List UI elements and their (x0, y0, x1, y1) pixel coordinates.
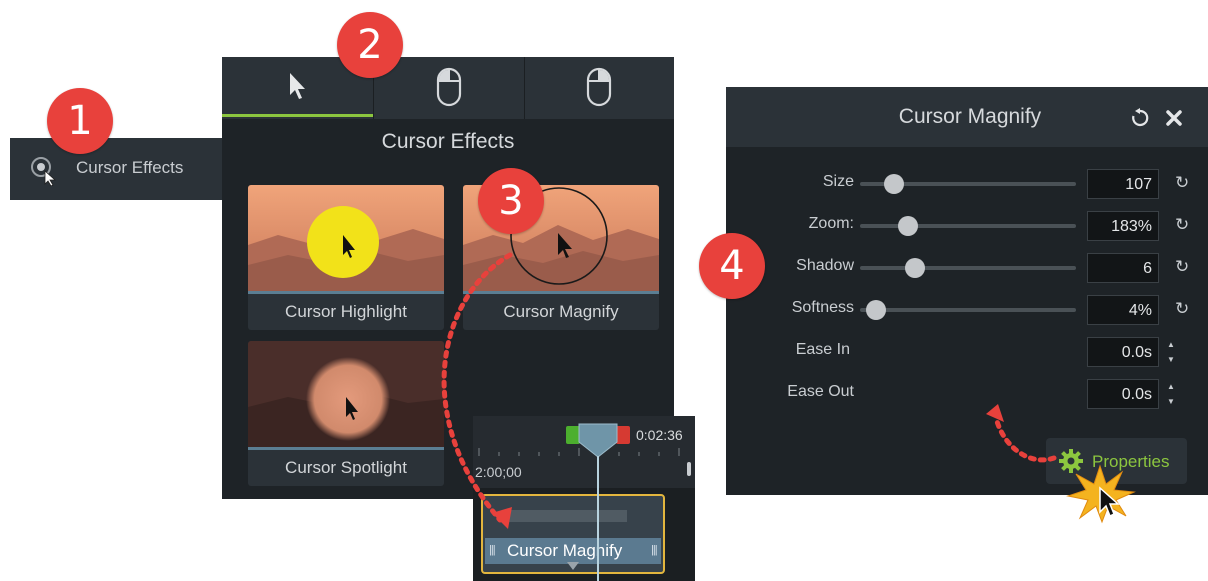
property-label: Size (822, 173, 854, 190)
cursor-tabs (222, 57, 674, 119)
clip-left-grip-icon[interactable]: ||| (489, 544, 496, 556)
cursor-arrow-icon (290, 73, 305, 99)
reset-icon[interactable]: ↻ (1175, 215, 1189, 235)
property-label: Zoom: (808, 215, 854, 232)
size-slider[interactable] (860, 174, 1076, 194)
close-icon[interactable] (1165, 109, 1183, 127)
callout-badge-3: 3 (478, 168, 544, 234)
zoom-value-field[interactable]: 183% (1087, 211, 1159, 241)
reset-icon[interactable]: ↻ (1175, 257, 1189, 277)
ease-out-stepper[interactable]: ▲ ▼ (1166, 379, 1176, 409)
callout-badge-4: 4 (699, 233, 765, 299)
ease-in-stepper[interactable]: ▲ ▼ (1166, 337, 1176, 367)
mouse-pointer-icon (1099, 486, 1120, 518)
softness-value-field[interactable]: 4% (1087, 295, 1159, 325)
slider-knob[interactable] (905, 258, 925, 278)
shadow-slider[interactable] (860, 258, 1076, 278)
cursor-effects-label: Cursor Effects (76, 158, 184, 177)
dotted-arrow-4 (986, 404, 1057, 463)
tab-right-click[interactable] (525, 57, 674, 119)
clip-label: Cursor Magnify (507, 541, 623, 560)
zoom-slider[interactable] (860, 216, 1076, 236)
playhead-line (597, 456, 599, 581)
reset-icon[interactable]: ↻ (1175, 173, 1189, 193)
property-label: Ease Out (787, 383, 854, 400)
slider-knob[interactable] (898, 216, 918, 236)
ease-in-field[interactable]: 0.0s (1087, 337, 1159, 367)
panel-title: Cursor Effects (222, 119, 674, 165)
callout-badge-1: 1 (47, 88, 113, 154)
tools-panel: Cursor Effects (10, 138, 224, 200)
cursor-effects-icon (31, 157, 57, 186)
properties-header: Cursor Magnify (726, 87, 1208, 147)
cursor-effects-tool-item[interactable]: Cursor Effects (10, 138, 224, 200)
clip-marker-icon (567, 562, 579, 570)
mouse-right-click-icon (586, 67, 612, 107)
shadow-value-field[interactable]: 6 (1087, 253, 1159, 283)
active-tab-indicator (222, 114, 373, 117)
clip-label-bar: ||| Cursor Magnify ||| (485, 538, 661, 564)
property-label: Softness (791, 299, 854, 316)
slider-knob[interactable] (866, 300, 886, 320)
ruler-marker (687, 462, 691, 476)
callout-badge-2: 2 (337, 12, 403, 78)
reset-icon[interactable]: ↻ (1175, 299, 1189, 319)
reset-all-icon[interactable] (1130, 108, 1150, 128)
playhead-time: 0:02:36 (636, 427, 683, 443)
dotted-arrow-3 (441, 252, 513, 529)
softness-slider[interactable] (860, 300, 1076, 320)
slider-knob[interactable] (884, 174, 904, 194)
mouse-left-click-icon (436, 67, 462, 107)
property-label: Ease In (795, 341, 850, 358)
ease-out-field[interactable]: 0.0s (1087, 379, 1159, 409)
properties-panel: Cursor Magnify Size 107 ↻ Zoom: 183% ↻ S… (726, 87, 1208, 495)
clip-right-grip-icon[interactable]: ||| (651, 544, 658, 556)
playhead-handle[interactable] (577, 422, 619, 458)
tab-left-click[interactable] (374, 57, 524, 119)
size-value-field[interactable]: 107 (1087, 169, 1159, 199)
